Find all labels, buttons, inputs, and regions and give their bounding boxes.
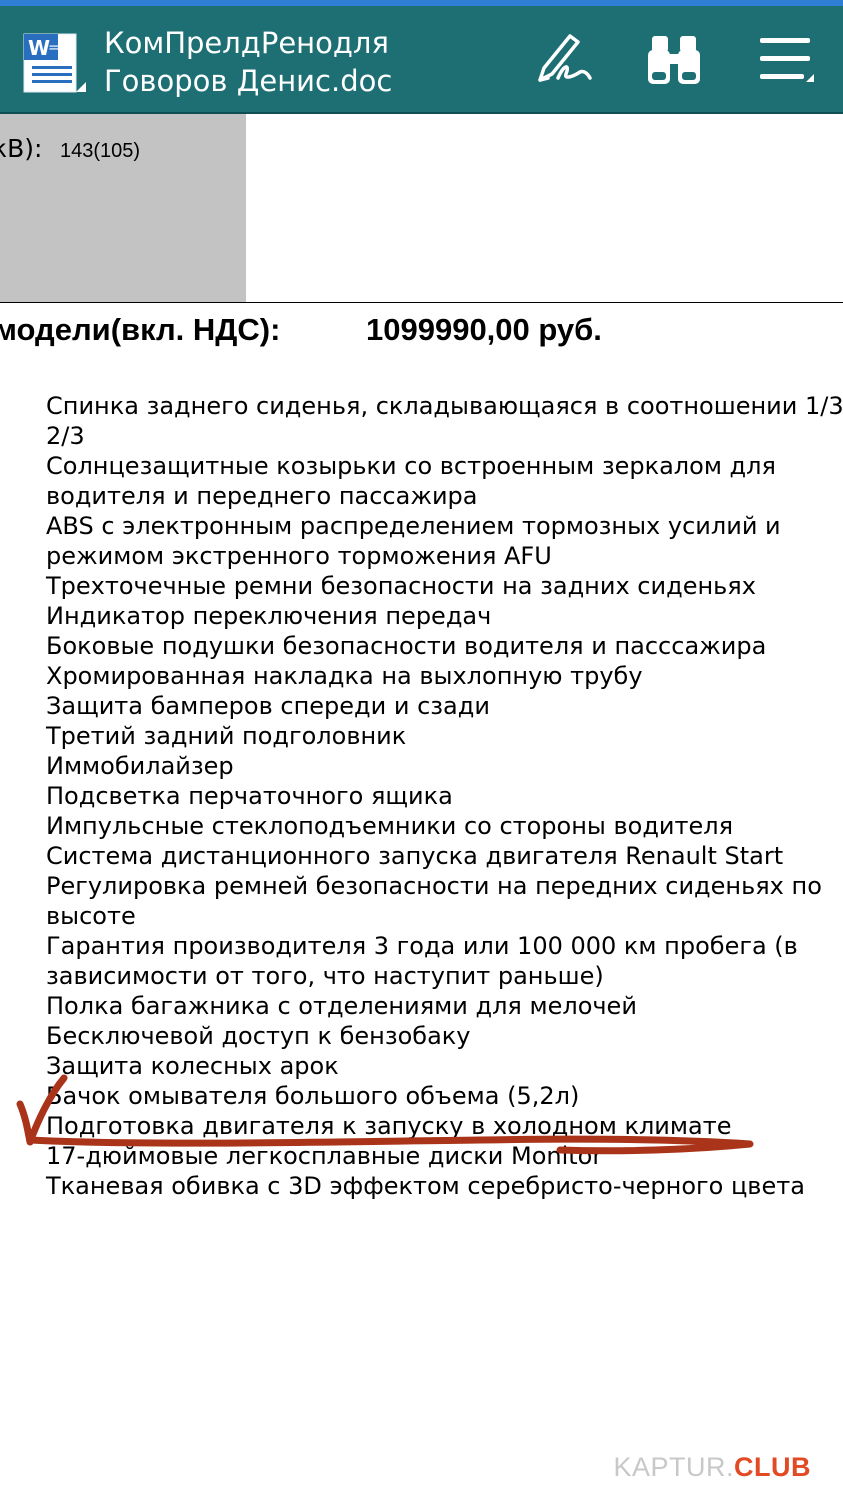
engine-power-label: кВ): [0,134,43,163]
document-title-line-2: Говоров Денис.doc [104,64,393,98]
document-title: КомПрелдРенодля Говоров Денис.doc [104,24,524,100]
site-watermark: KAPTUR.CLUB [613,1452,811,1483]
list-item: Спинка заднего сиденья, складывающаяся в… [46,392,843,450]
list-item: Система дистанционного запуска двигателя… [46,842,784,870]
svg-text:W: W [28,36,50,60]
price-label: модели(вкл. НДС): [0,312,281,347]
list-item: Бачок омывателя большого объема (5,2л) [46,1082,580,1110]
watermark-brand: KAPTUR. [613,1452,734,1482]
table-divider [0,302,843,303]
list-item: 17-дюймовые легкосплавные диски Monitor [46,1142,603,1170]
price-value: 1099990,00 руб. [366,312,602,347]
svg-text:=: = [48,40,60,56]
list-item: Защита бамперов спереди и сзади [46,692,490,720]
list-item: Регулировка ремней безопасности на перед… [46,872,822,930]
document-title-line-1: КомПрелдРенодля [104,26,389,60]
list-item: Трехточечные ремни безопасности на задни… [46,572,756,600]
hamburger-menu-icon[interactable] [754,28,818,92]
list-item-highlighted: Подготовка двигателя к запуску в холодно… [46,1112,732,1140]
list-item: Иммобилайзер [46,752,234,780]
list-item: Бесключевой доступ к бензобаку [46,1022,471,1050]
list-item: Гарантия производителя 3 года или 100 00… [46,932,798,990]
list-item: Солнцезащитные козырьки со встроенным зе… [46,452,776,510]
list-item: Хромированная накладка на выхлопную труб… [46,662,643,690]
list-item: Полка багажника с отделениями для мелоче… [46,992,637,1020]
list-item: Третий задний подголовник [46,722,407,750]
list-item: Индикатор переключения передач [46,602,492,630]
app-toolbar: W = КомПрелдРенодля Говоров Денис.doc [0,6,843,114]
list-item: Тканевая обивка с 3D эффектом серебристо… [46,1172,805,1200]
list-item: ABS с электронным распределением тормозн… [46,512,781,570]
list-item: Защита колесных арок [46,1052,339,1080]
engine-power-value: 143(105) [60,140,141,162]
word-document-icon[interactable]: W = [22,32,86,96]
binoculars-find-icon[interactable] [642,28,706,92]
list-item: Боковые подушки безопасности водителя и … [46,632,767,660]
list-item: Подсветка перчаточного ящика [46,782,453,810]
list-item: Импульсные стеклоподъемники со стороны в… [46,812,734,840]
pen-sign-icon[interactable] [530,28,594,92]
equipment-list: Спинка заднего сиденья, складывающаяся в… [46,391,843,1201]
watermark-club: CLUB [734,1452,811,1482]
